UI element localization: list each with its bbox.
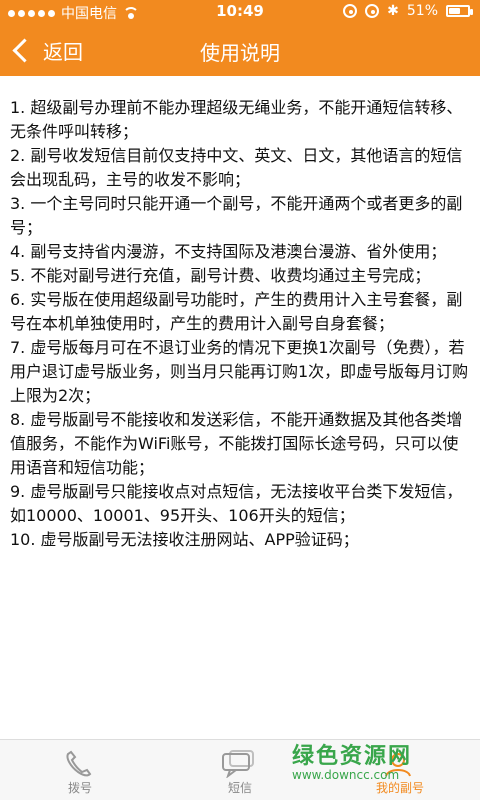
page-title: 使用说明 bbox=[200, 41, 280, 65]
watermark-url: www.downcc.com bbox=[292, 768, 400, 782]
rule-item: 1. 超级副号办理前不能办理超级无绳业务，不能开通短信转移、无条件呼叫转移； bbox=[10, 98, 463, 141]
rule-item: 8. 虚号版副号不能接收和发送彩信，不能开通数据及其他各类增值服务，不能作为Wi… bbox=[10, 410, 463, 477]
watermark: 绿色资源网 www.downcc.com bbox=[292, 738, 472, 792]
watermark-title: 绿色资源网 bbox=[292, 744, 413, 769]
instructions-content: 1. 超级副号办理前不能办理超级无绳业务，不能开通短信转移、无条件呼叫转移； 2… bbox=[10, 96, 472, 731]
tab-dial[interactable]: 拨号 bbox=[0, 740, 160, 800]
bottom-tab-bar: 拨号 短信 我的副号 绿色资源网 www.downcc.com bbox=[0, 739, 480, 800]
status-right: ✱ 51% bbox=[343, 3, 473, 19]
rule-item: 2. 副号收发短信目前仅支持中文、英文、日文，其他语言的短信会出现乱码，主号的收… bbox=[10, 146, 463, 189]
alarm-icon bbox=[365, 4, 380, 18]
rule-item: 7. 虚号版每月可在不退订业务的情况下更换1次副号（免费），若用户退订虚号版业务… bbox=[10, 338, 469, 405]
phone-icon bbox=[66, 750, 92, 777]
lock-rotation-icon bbox=[343, 4, 358, 18]
rule-item: 3. 一个主号同时只能开通一个副号，不能开通两个或者更多的副号； bbox=[10, 194, 463, 237]
nav-header: 返回 使用说明 bbox=[0, 24, 480, 76]
tab-label: 拨号 bbox=[67, 781, 92, 795]
rule-item: 9. 虚号版副号只能接收点对点短信，无法接收平台类下发短信，如10000、100… bbox=[10, 482, 463, 525]
rule-item: 10. 虚号版副号无法接收注册网站、APP验证码； bbox=[10, 530, 359, 549]
rule-item: 5. 不能对副号进行充值，副号计费、收费均通过主号完成； bbox=[10, 266, 431, 285]
battery-percent: 51% bbox=[406, 3, 438, 19]
bluetooth-icon: ✱ bbox=[387, 3, 399, 19]
rule-item: 4. 副号支持省内漫游，不支持国际及港澳台漫游、省外使用； bbox=[10, 242, 447, 261]
rule-item: 6. 实号版在使用超级副号功能时，产生的费用计入主号套餐，副号在本机单独使用时，… bbox=[10, 290, 463, 333]
battery-icon bbox=[446, 5, 473, 17]
status-bar: 中国电信 10:49 ✱ 51% bbox=[0, 0, 480, 24]
message-icon bbox=[222, 750, 254, 778]
